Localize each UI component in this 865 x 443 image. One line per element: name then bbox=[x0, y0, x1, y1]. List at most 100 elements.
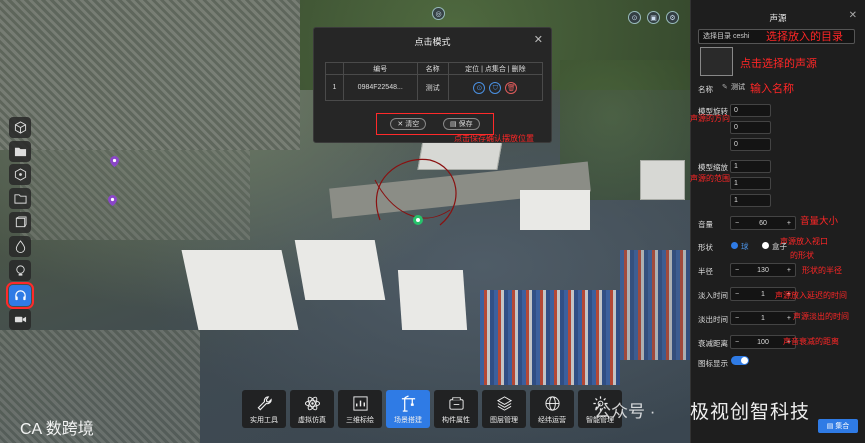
volume-stepper[interactable]: − 60 + bbox=[730, 216, 796, 230]
plus-icon[interactable]: + bbox=[787, 267, 791, 274]
toolbar-3d-plotting[interactable]: 三维标绘 bbox=[338, 390, 382, 428]
cube-outline-icon[interactable] bbox=[9, 212, 31, 233]
plus-icon[interactable]: + bbox=[787, 315, 791, 322]
minus-icon[interactable]: − bbox=[735, 291, 739, 298]
toolbar-label: 图层管理 bbox=[490, 417, 518, 424]
icon-display-label: 图标显示 bbox=[698, 359, 728, 368]
sound-point-table: 编号 名称 定位 | 点集合 | 删除 1 0984F22548... 测试 ⊙… bbox=[325, 62, 544, 101]
radius-stepper[interactable]: − 130 + bbox=[730, 263, 796, 277]
click-mode-dialog: 点击模式 ✕ 编号 名称 定位 | 点集合 | 删除 1 0984F22548.… bbox=[313, 27, 552, 143]
hand-drawn-circle bbox=[374, 158, 457, 226]
shape-sphere-radio[interactable] bbox=[731, 242, 738, 249]
scale-x-input[interactable]: 1 bbox=[730, 160, 771, 173]
minus-icon[interactable]: − bbox=[735, 315, 739, 322]
sound-source-tool-icon[interactable] bbox=[6, 282, 34, 309]
row-name: 测试 bbox=[416, 74, 449, 101]
container-yard bbox=[480, 290, 620, 385]
toolbar-utility-tools[interactable]: 实用工具 bbox=[242, 390, 286, 428]
annotation-shape: 声源放入视口 bbox=[780, 237, 828, 246]
wrench-icon bbox=[257, 396, 272, 411]
component-icon bbox=[448, 397, 464, 410]
toolbar-label: 构件属性 bbox=[442, 417, 470, 424]
close-icon[interactable]: ✕ bbox=[849, 10, 857, 21]
rotation-z-input[interactable]: 0 bbox=[730, 138, 771, 151]
model-box-icon[interactable] bbox=[9, 164, 31, 185]
sound-source-thumbnail[interactable] bbox=[700, 47, 733, 76]
icon-display-toggle[interactable] bbox=[731, 356, 749, 365]
toolbar-scene-building[interactable]: 场景搭建 bbox=[386, 390, 430, 428]
watermark-brand: 极视创智科技 bbox=[690, 402, 811, 423]
shape-sphere-label: 球 bbox=[741, 242, 749, 251]
row-actions: ⊙ ⛉ 🗑 bbox=[447, 74, 544, 101]
rotation-y-input[interactable]: 0 bbox=[730, 121, 771, 134]
watermark-wechat-prefix: 公众号 · bbox=[594, 402, 656, 421]
toolbar-virtual-simulation[interactable]: 虚拟仿真 bbox=[290, 390, 334, 428]
toolbar-label: 实用工具 bbox=[250, 417, 278, 424]
annotation-input-name: 输入名称 bbox=[750, 83, 794, 95]
atom-icon bbox=[304, 396, 320, 411]
lightbulb-icon[interactable] bbox=[9, 260, 31, 281]
toolbar-geo-operations[interactable]: 经纬运营 bbox=[530, 390, 574, 428]
chart-icon bbox=[352, 396, 368, 411]
plus-icon[interactable]: + bbox=[787, 220, 791, 227]
sound-source-marker-icon[interactable] bbox=[413, 215, 423, 225]
close-icon[interactable]: ✕ bbox=[534, 33, 543, 46]
urban-area bbox=[0, 0, 300, 150]
annotation-select-dir: 选择放入的目录 bbox=[766, 31, 843, 43]
view-mode-icon[interactable]: ⊙ bbox=[628, 11, 641, 24]
folder-icon[interactable] bbox=[9, 141, 31, 162]
toolbar-component-properties[interactable]: 构件属性 bbox=[434, 390, 478, 428]
container-yard bbox=[620, 250, 690, 360]
scale-z-input[interactable]: 1 bbox=[730, 194, 771, 207]
map-pin-icon[interactable] bbox=[110, 156, 119, 167]
row-index: 1 bbox=[325, 74, 344, 101]
annotation-volume: 音量大小 bbox=[800, 216, 839, 227]
clear-icon: ✕ bbox=[397, 121, 404, 128]
annotation-select-sound: 点击选择的声源 bbox=[740, 58, 817, 70]
cube-tool-icon[interactable] bbox=[9, 117, 31, 138]
save-icon: ▤ bbox=[826, 423, 834, 430]
annotation-fadein: 声源放入延迟的时间 bbox=[775, 291, 847, 300]
save-label: 保存 bbox=[458, 121, 473, 128]
dialog-actions: ✕ 清空 ▤ 保存 bbox=[376, 113, 494, 135]
shape-box-radio[interactable] bbox=[762, 242, 769, 249]
panel-title: 声源 bbox=[769, 13, 787, 23]
save-button[interactable]: ▤ 保存 bbox=[443, 118, 480, 130]
globe-icon bbox=[544, 396, 560, 411]
edit-icon[interactable]: ✎ bbox=[722, 83, 728, 91]
toolbar-layer-management[interactable]: 图层管理 bbox=[482, 390, 526, 428]
table-header: 名称 bbox=[416, 62, 449, 75]
name-label: 名称 bbox=[698, 85, 713, 94]
minus-icon[interactable]: − bbox=[735, 220, 739, 227]
building-roof bbox=[397, 270, 468, 330]
toolbar-label: 经纬运营 bbox=[538, 417, 566, 424]
building-roof bbox=[640, 160, 685, 200]
settings-icon[interactable]: ⚙ bbox=[666, 11, 679, 24]
compass-icon[interactable]: ◎ bbox=[432, 7, 445, 20]
water-drop-icon[interactable] bbox=[9, 236, 31, 257]
table-header bbox=[325, 62, 344, 75]
delete-icon[interactable]: 🗑 bbox=[505, 81, 518, 94]
folder-open-icon[interactable] bbox=[9, 188, 31, 209]
rotation-x-input[interactable]: 0 bbox=[730, 104, 771, 117]
building-roof bbox=[520, 190, 590, 230]
layers-icon bbox=[496, 396, 512, 411]
fadein-label: 淡入时间 bbox=[698, 291, 728, 300]
radius-label: 半径 bbox=[698, 267, 713, 276]
locate-icon[interactable]: ⊙ bbox=[473, 81, 486, 94]
fullscreen-icon[interactable]: ▣ bbox=[647, 11, 660, 24]
collection-icon[interactable]: ⛉ bbox=[489, 81, 502, 94]
minus-icon[interactable]: − bbox=[735, 339, 739, 346]
scale-y-input[interactable]: 1 bbox=[730, 177, 771, 190]
fadeout-value: 1 bbox=[761, 314, 765, 322]
annotation-shape-2: 的形状 bbox=[790, 251, 814, 260]
building-roof bbox=[294, 240, 386, 300]
minus-icon[interactable]: − bbox=[735, 267, 739, 274]
video-camera-icon[interactable] bbox=[9, 309, 31, 330]
clear-button[interactable]: ✕ 清空 bbox=[390, 118, 427, 130]
map-pin-icon[interactable] bbox=[108, 195, 117, 206]
watermark-left: CA 数跨境 bbox=[20, 421, 94, 438]
fadeout-stepper[interactable]: − 1 + bbox=[730, 311, 796, 325]
collection-button[interactable]: ▤ 集合 bbox=[818, 419, 858, 433]
urban-area bbox=[20, 150, 250, 240]
